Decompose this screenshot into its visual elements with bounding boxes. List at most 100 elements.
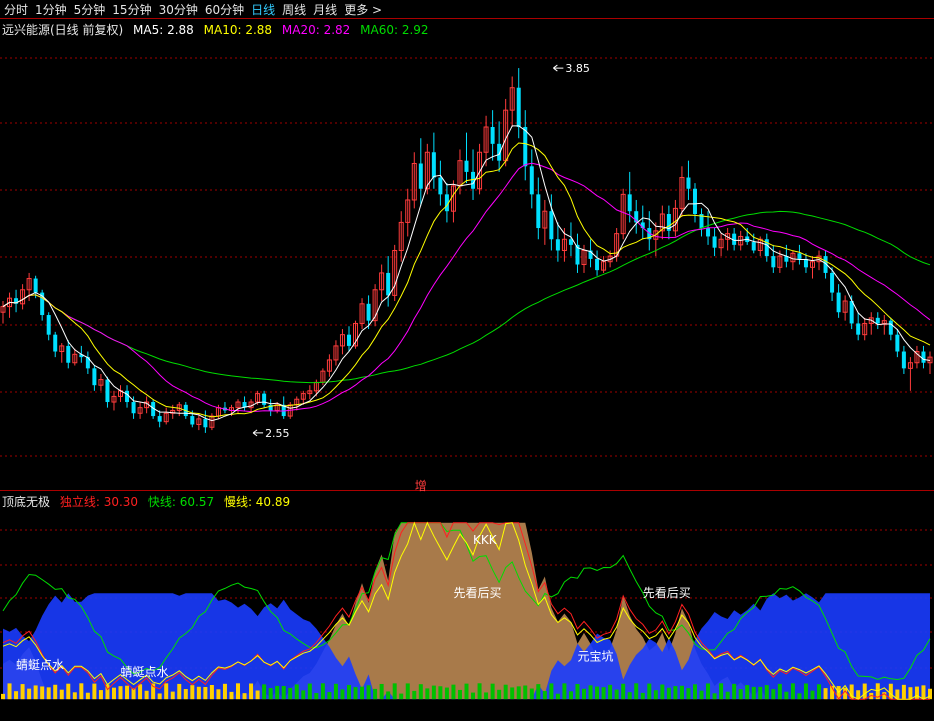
volume-bar [281,685,286,700]
volume-bar [59,689,64,700]
candle-body [131,402,136,414]
candle-body [33,278,38,293]
volume-bar [333,683,338,700]
volume-bar [490,683,495,700]
volume-bar [888,683,893,700]
candle-body [836,292,841,313]
candle-body [53,334,58,352]
volume-bar [914,686,919,700]
volume-bar [111,687,116,700]
volume-bar [46,687,51,700]
volume-bar [353,687,358,700]
volume-bar [183,689,188,700]
volume-bar [608,684,613,700]
volume-bar [125,685,130,700]
volume-bar [340,689,345,700]
volume-bar [196,686,201,700]
volume-bar [431,685,436,700]
volume-bar [536,684,541,700]
candle-body [771,256,776,268]
chart-canvas[interactable]: 3.852.55增KKK先看后买 先看后买元宝坑蜻蜓点水蜻蜓点水 [0,0,934,721]
candle-body [751,242,756,251]
volume-bar [784,691,789,700]
volume-bar [666,687,671,700]
volume-bar [790,683,795,700]
volume-bar [255,690,260,700]
candle-body [262,393,267,405]
volume-bar [568,691,573,700]
volume-bar [477,683,482,700]
volume-bar [294,684,299,700]
volume-bar [249,683,254,700]
candle-body [529,166,534,195]
candle-body [346,334,351,346]
volume-bar [438,686,443,700]
volume-bar [699,690,704,700]
volume-bar [366,685,371,700]
volume-bar [418,684,423,700]
volume-bar [307,683,312,700]
volume-bar [98,690,103,700]
volume-bar [523,685,528,700]
candle-body [490,127,495,144]
price-annotation-label: 2.55 [265,427,290,440]
volume-bar [216,689,221,700]
volume-bar [164,683,169,700]
volume-bar [320,683,325,700]
candle-body [190,416,195,425]
candle-body [901,351,906,369]
volume-bar [360,686,365,700]
volume-bar [679,685,684,700]
volume-bar [692,684,697,700]
candle-body [555,239,560,251]
ma10-line [2,142,931,418]
volume-bar [7,683,12,700]
volume-bar [288,687,293,700]
volume-bar [451,684,456,700]
volume-bar [738,689,743,700]
volume-bar [647,683,652,700]
candle-body [888,320,893,335]
volume-bar [268,688,273,700]
volume-bar [79,683,84,700]
candle-body [438,177,443,195]
volume-bar [901,684,906,700]
volume-bar [236,683,241,700]
candle-body [797,253,802,259]
candle-body [125,390,130,403]
volume-bar [764,685,769,700]
volume-bar [33,685,38,700]
volume-bar [157,693,162,700]
volume-bar [797,693,802,700]
candle-body [431,152,436,178]
indicator-annotation: 先看后买 [453,586,501,600]
volume-bar [595,686,600,700]
candle-body [830,272,835,293]
candle-body [203,418,208,428]
zeng-marker: 增 [415,479,427,493]
volume-bar [40,686,45,700]
volume-bar [823,688,828,700]
volume-bar [20,684,25,700]
candle-body [418,163,423,189]
volume-bar [758,686,763,700]
volume-bar [177,683,182,700]
volume-bar [777,683,782,700]
volume-bar [118,686,123,700]
volume-bar [229,691,234,700]
volume-bar [346,684,351,700]
volume-bar [549,683,554,700]
volume-bar [862,683,867,700]
volume-bar [582,688,587,700]
candle-body [386,272,391,296]
candle-body [46,315,51,335]
candle-body [92,368,97,386]
candle-body [686,177,691,189]
volume-bar [144,690,149,700]
volume-bar [392,683,397,700]
volume-bar [209,685,214,700]
volume-bar [555,693,560,700]
volume-bar [85,692,90,700]
volume-bar [170,691,175,700]
volume-bar [640,692,645,700]
